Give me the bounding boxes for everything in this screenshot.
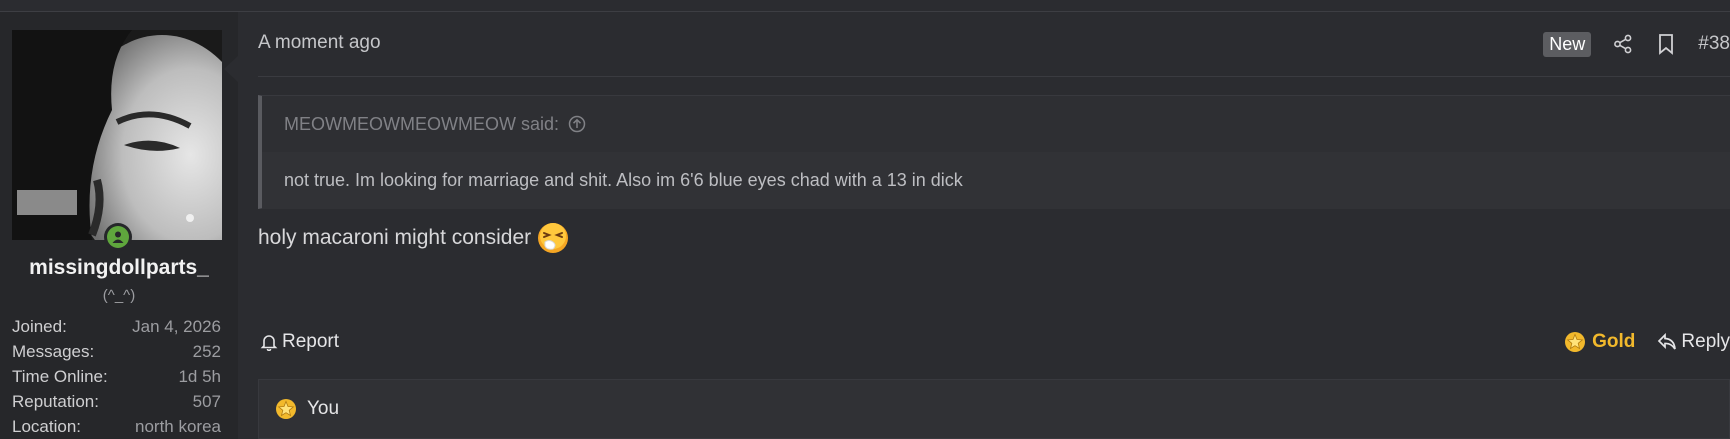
stat-row-time-online: Time Online: 1d 5h xyxy=(12,364,221,389)
stat-value: 507 xyxy=(192,392,221,411)
quote-author: MEOWMEOWMEOWMEOW said: xyxy=(284,113,559,134)
post-number-link[interactable]: #38 xyxy=(1698,33,1730,55)
arrow-up-circle-icon[interactable] xyxy=(568,115,586,133)
user-title: (^_^) xyxy=(102,287,136,304)
message-text: holy macaroni might consider xyxy=(258,226,532,249)
reply-button[interactable]: Reply xyxy=(1657,331,1730,353)
online-status-indicator xyxy=(104,223,132,251)
stat-row-joined: Joined: Jan 4, 2026 xyxy=(12,314,221,339)
bookmark-icon[interactable] xyxy=(1655,33,1677,55)
gold-face-icon xyxy=(1565,332,1586,352)
stat-value: north korea xyxy=(135,417,221,436)
stat-value: 252 xyxy=(192,342,221,361)
stat-value: Jan 4, 2026 xyxy=(132,317,221,336)
user-stats: Joined: Jan 4, 2026 Messages: 252 Time O… xyxy=(12,314,221,439)
quote-header[interactable]: MEOWMEOWMEOWMEOW said: xyxy=(262,96,1730,152)
stat-value: 1d 5h xyxy=(178,367,221,386)
stat-row-messages: Messages: 252 xyxy=(12,339,221,364)
share-icon[interactable] xyxy=(1612,33,1634,55)
stat-label: Messages: xyxy=(12,342,95,361)
top-divider xyxy=(0,11,1730,12)
stat-label: Location: xyxy=(12,417,81,436)
post-date[interactable]: A moment ago xyxy=(258,32,381,54)
sneezing-face-icon xyxy=(538,223,569,253)
reactions-bar[interactable]: You xyxy=(258,379,1730,439)
stat-label: Reputation: xyxy=(12,392,99,411)
stat-row-location: Location: north korea xyxy=(12,414,221,439)
reaction-users[interactable]: You xyxy=(307,398,339,420)
stat-label: Time Online: xyxy=(12,367,108,386)
post-actions: Gold Reply xyxy=(1564,331,1730,353)
gold-label: Gold xyxy=(1592,331,1636,352)
reply-arrow-icon xyxy=(1658,333,1677,350)
reply-label: Reply xyxy=(1681,331,1730,352)
gold-button[interactable]: Gold xyxy=(1564,331,1635,353)
post-message: holy macaroni might consider xyxy=(258,222,569,254)
message-arrow xyxy=(224,55,239,83)
stat-label: Joined: xyxy=(12,317,67,336)
quote-block: MEOWMEOWMEOWMEOW said: not true. Im look… xyxy=(258,95,1730,209)
user-icon xyxy=(107,226,129,248)
header-divider xyxy=(258,76,1730,77)
stat-row-reputation: Reputation: 507 xyxy=(12,389,221,414)
report-button[interactable]: Report xyxy=(260,331,339,353)
username[interactable]: missingdollparts_ xyxy=(0,256,238,280)
gold-reaction-icon xyxy=(276,399,296,419)
quote-text: not true. Im looking for marriage and sh… xyxy=(262,152,1730,209)
report-label: Report xyxy=(282,331,340,352)
bell-icon xyxy=(260,335,278,351)
new-badge: New xyxy=(1543,31,1592,57)
post-header-actions: New #38 xyxy=(1543,30,1730,58)
avatar[interactable] xyxy=(12,30,222,240)
avatar-image xyxy=(12,30,222,240)
